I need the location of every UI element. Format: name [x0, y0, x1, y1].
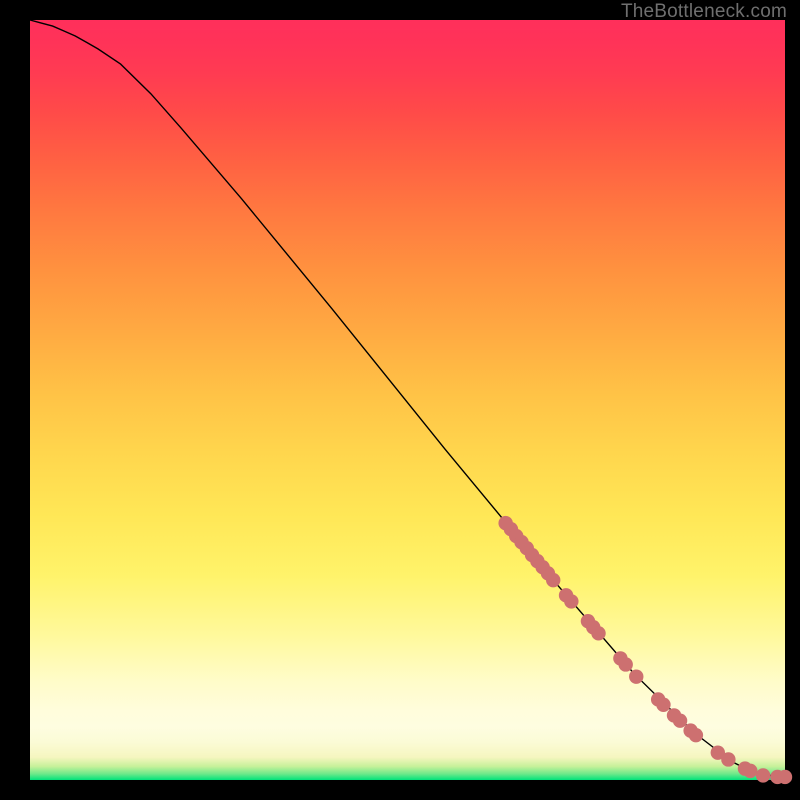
scatter-point: [673, 714, 687, 728]
scatter-point: [743, 764, 757, 778]
scatter-point: [689, 728, 703, 742]
scatter-point: [619, 657, 633, 671]
attribution-text: TheBottleneck.com: [621, 1, 787, 23]
scatter-point: [564, 594, 578, 608]
scatter-points: [498, 516, 792, 784]
scatter-point: [591, 626, 605, 640]
scatter-point: [756, 768, 770, 782]
scatter-point: [721, 752, 735, 766]
chart-frame: TheBottleneck.com: [0, 0, 800, 800]
chart-overlay: [30, 20, 785, 780]
scatter-point: [546, 573, 560, 587]
scatter-point: [778, 770, 792, 784]
plot-area: [30, 20, 785, 780]
scatter-point: [656, 698, 670, 712]
scatter-point: [629, 669, 643, 683]
bottleneck-curve: [30, 20, 785, 778]
